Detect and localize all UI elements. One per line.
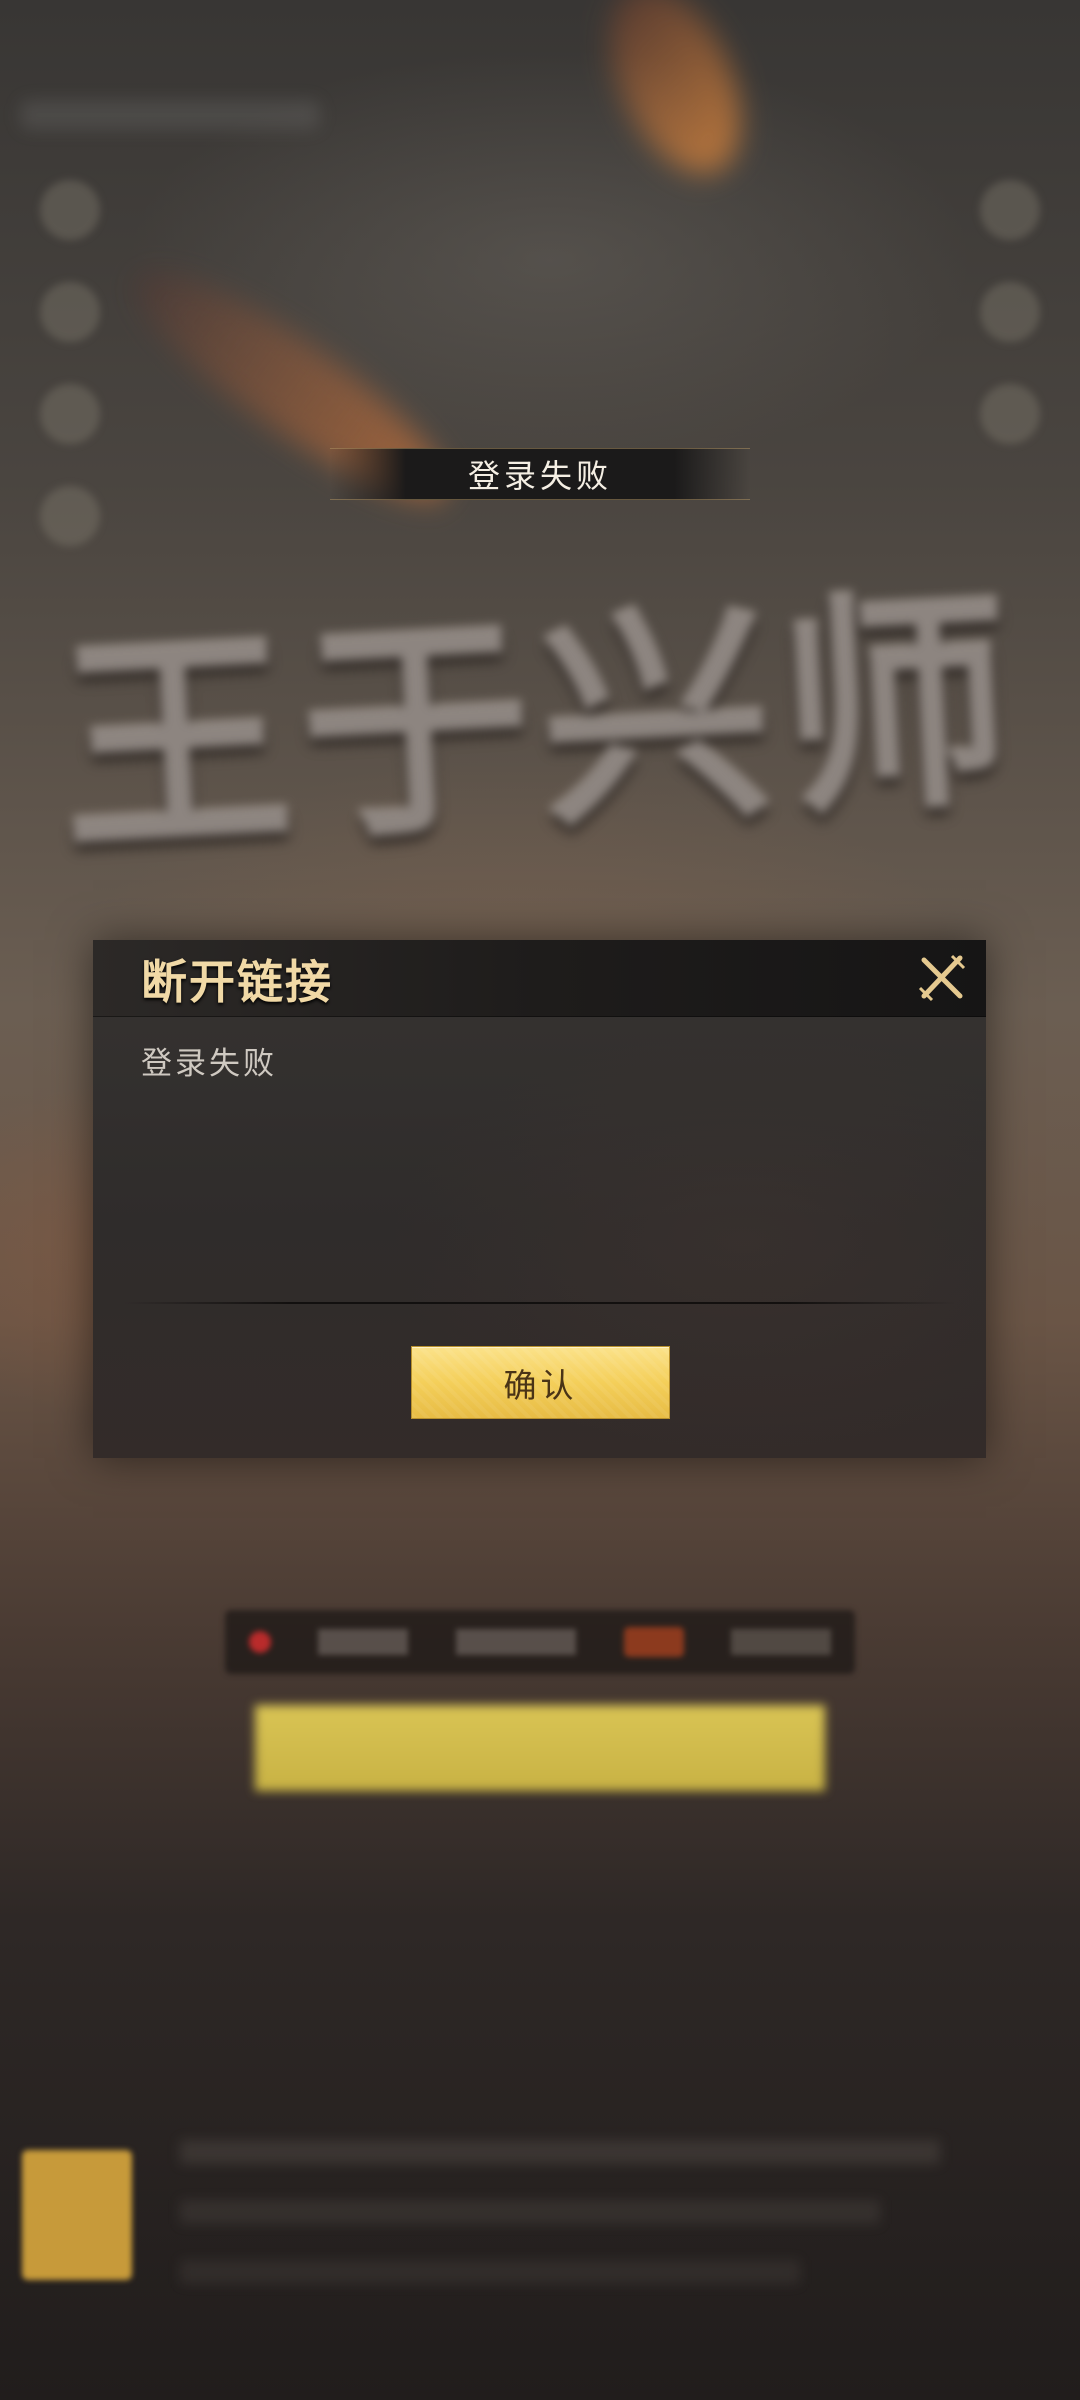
blurred-login-button: [255, 1705, 825, 1791]
dialog-header: 断开链接: [93, 940, 986, 1017]
game-logo: 王于兴师: [54, 566, 1028, 886]
disconnect-dialog: 断开链接 登录失败 确认: [93, 940, 986, 1458]
status-banner: 登录失败: [330, 448, 750, 500]
close-x-icon: [918, 954, 966, 1002]
meteor-decoration: [582, 0, 768, 194]
blurred-notice-icon: [22, 2150, 132, 2280]
dialog-divider: [123, 1302, 956, 1304]
confirm-button-label: 确认: [503, 1365, 578, 1405]
dialog-title: 断开链接: [141, 955, 333, 1009]
blurred-server-bar: [225, 1610, 855, 1674]
blurred-footer-text: [180, 2130, 940, 2290]
close-button[interactable]: [916, 952, 968, 1004]
dialog-message: 登录失败: [141, 1046, 277, 1082]
confirm-button[interactable]: 确认: [411, 1346, 670, 1419]
blurred-left-icon-column: [40, 180, 100, 588]
blurred-top-text: [20, 100, 320, 130]
status-banner-text: 登录失败: [467, 457, 612, 495]
blurred-right-icon-column: [980, 180, 1040, 486]
